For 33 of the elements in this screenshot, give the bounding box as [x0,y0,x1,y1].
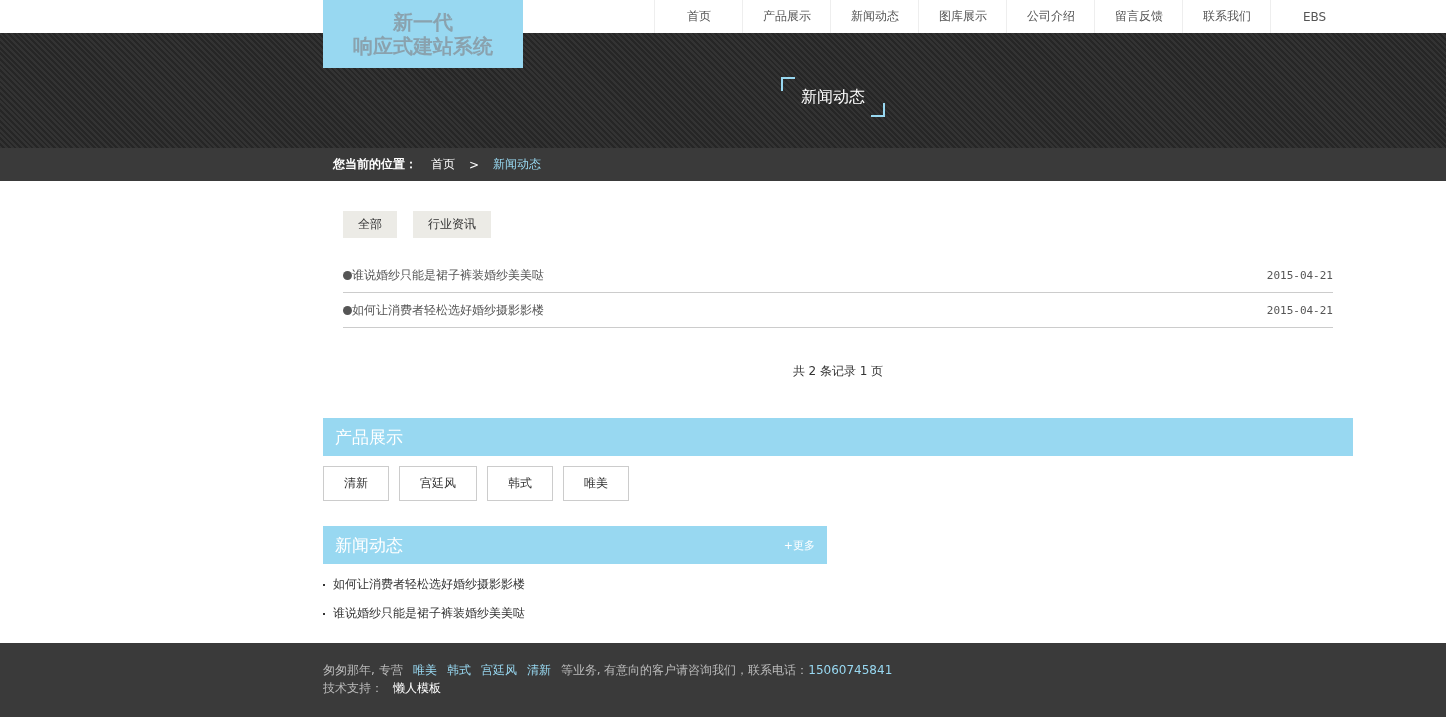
news-link[interactable]: 谁说婚纱只能是裙子裤装婚纱美美哒 [323,605,1353,622]
news-date: 2015-04-21 [1266,303,1333,317]
breadcrumb-link[interactable]: 首页 [431,156,455,173]
news-link[interactable]: 如何让消费者轻松选好婚纱摄影影楼 [323,576,1353,593]
logo-text: 响应式建站系统 [353,34,493,58]
phone-number: 15060745841 [808,662,893,679]
banner-title: 新闻动态 [781,76,885,117]
breadcrumb-label: 您当前的位置： [333,156,417,173]
footer-link[interactable]: 唯美 [412,661,437,679]
footer-link[interactable]: 懒人模板 [393,679,441,697]
footer-text: 等业务, 有意向的客户请咨询我们，联系电话： [560,662,809,679]
bullet-icon [343,305,352,315]
news-date: 2015-04-21 [1266,268,1333,282]
footer-text: 技术支持： [323,680,383,697]
logo-text: 新一代 [393,10,453,34]
product-tag[interactable]: 唯美 [563,466,629,501]
section-title: 新闻动态 [335,533,403,557]
product-tag[interactable]: 清新 [323,466,389,501]
pagination-info: 共 2 条记录 1 页 [792,364,884,378]
product-tag[interactable]: 韩式 [487,466,553,501]
filter-tab[interactable]: 行业资讯 [413,211,491,238]
footer-text: 匆匆那年, 专营 [323,662,403,679]
filter-tab[interactable]: 全部 [343,211,397,238]
footer-link[interactable]: 韩式 [446,661,471,679]
footer-link[interactable]: 清新 [526,661,551,679]
breadcrumb-separator: > [469,157,480,172]
product-tag[interactable]: 宫廷风 [399,466,477,501]
news-link[interactable]: 如何让消费者轻松选好婚纱摄影影楼 [343,301,544,319]
footer-link[interactable]: 宫廷风 [480,661,517,679]
section-title: 产品展示 [335,425,403,449]
breadcrumb-link[interactable]: 新闻动态 [493,156,542,173]
news-link[interactable]: 谁说婚纱只能是裙子裤装婚纱美美哒 [343,266,544,284]
bullet-icon [343,270,352,280]
